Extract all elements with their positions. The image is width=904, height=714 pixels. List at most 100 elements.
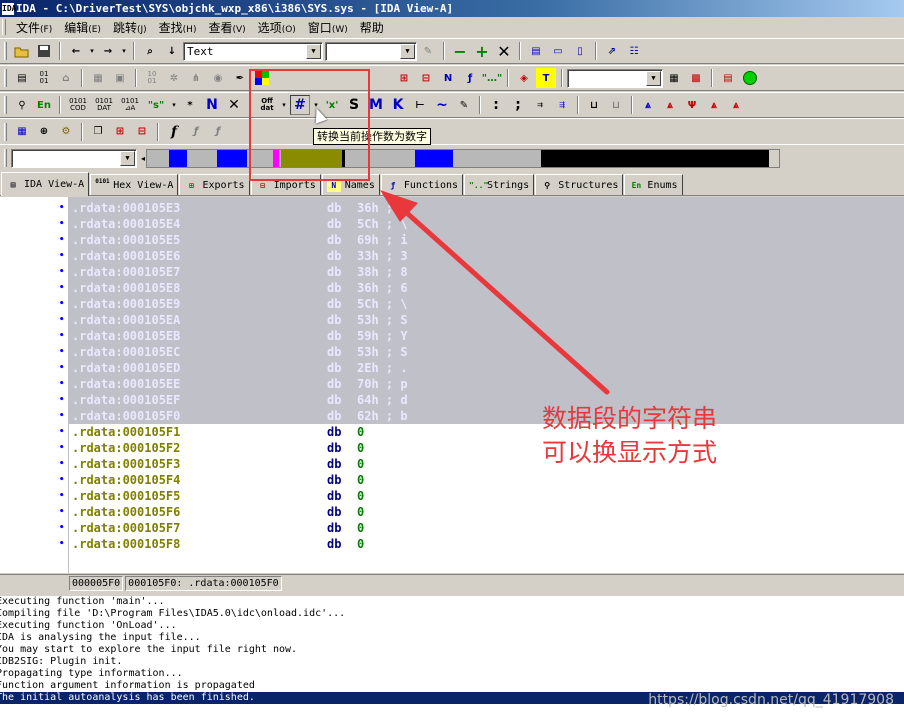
disasm-operand[interactable]: 0 (357, 472, 364, 488)
notepad-icon[interactable]: ▤ (718, 68, 738, 88)
disasm-line[interactable]: • .rdata:000105F7 db 0 (0, 520, 904, 536)
disasm-operand[interactable]: 0 (357, 424, 364, 440)
imports-list-icon[interactable]: ⊟ (416, 68, 436, 88)
struct-red2-icon[interactable]: ⊟ (132, 122, 152, 142)
disasm-operand[interactable]: 53h ; S (357, 312, 408, 328)
enum-button[interactable]: En (34, 95, 54, 115)
disasm-operand[interactable]: 69h ; i (357, 232, 408, 248)
disasm-operand[interactable]: 0 (357, 536, 364, 552)
toolbar-grip[interactable] (4, 42, 7, 60)
disasm-line[interactable]: • .rdata:000105E3 db 36h ; 6 (0, 200, 904, 216)
window-list-icon[interactable]: ☷ (624, 41, 644, 61)
comment-colon-button[interactable]: : (486, 95, 506, 115)
disasm-operand[interactable]: 2Eh ; . (357, 360, 408, 376)
wrench-icon[interactable]: ✒ (230, 68, 250, 88)
disasm-operand[interactable]: 59h ; Y (357, 328, 408, 344)
graph-tree-2-icon[interactable]: ⩓ (660, 95, 680, 115)
toolbar-grip[interactable] (4, 149, 7, 167)
menu-file[interactable]: 文件(F) (10, 19, 58, 36)
patch-icon[interactable]: ◉ (208, 68, 228, 88)
disasm-operand[interactable]: 62h ; b (357, 408, 408, 424)
make-array-button[interactable]: 0101 ⊿A (118, 95, 142, 115)
jump-down-icon[interactable]: ↓ (162, 41, 182, 61)
disasm-line[interactable]: • .rdata:000105EA db 53h ; S (0, 312, 904, 328)
disasm-line[interactable]: • .rdata:000105EF db 64h ; d (0, 392, 904, 408)
menu-help[interactable]: 帮助 (354, 19, 390, 36)
ida-app-icon[interactable]: IDA (2, 3, 16, 15)
functions-icon[interactable]: ƒ (460, 68, 480, 88)
names-icon[interactable]: N (438, 68, 458, 88)
disasm-operand[interactable]: 64h ; d (357, 392, 408, 408)
tab-exports[interactable]: ⊞ Exports (179, 174, 250, 195)
disasm-operand[interactable]: 0 (357, 456, 364, 472)
repeatable-comment-button[interactable]: ; (508, 95, 528, 115)
disasm-operand[interactable]: 70h ; p (357, 376, 408, 392)
disasm-line[interactable]: • .rdata:000105F2 db 0 (0, 440, 904, 456)
disasm-line[interactable]: • .rdata:000105F5 db 0 (0, 488, 904, 504)
graph-tree-5-icon[interactable]: ⩓ (726, 95, 746, 115)
make-data-button[interactable]: 0101 DAT (92, 95, 116, 115)
menu-search[interactable]: 查找(H) (153, 19, 203, 36)
delete-grid-icon[interactable]: ▩ (686, 68, 706, 88)
bitwise-not-button[interactable]: ~ (432, 95, 452, 115)
window-tile-horizontal-icon[interactable]: ▭ (548, 41, 568, 61)
function-start-icon[interactable]: ⊔ (584, 95, 604, 115)
calculator-small-icon[interactable]: ▦ (12, 122, 32, 142)
text-display-combo[interactable]: Text ▼ (183, 41, 323, 61)
disasm-line[interactable]: • .rdata:000105F3 db 0 (0, 456, 904, 472)
struct-red-icon[interactable]: ⊞ (110, 122, 130, 142)
negate-icon[interactable]: ⊢ (410, 95, 430, 115)
menu-jump[interactable]: 跳转(J) (107, 19, 153, 36)
graph-tree-3-icon[interactable]: Ψ (682, 95, 702, 115)
disasm-operand[interactable]: 5Ch ; \ (357, 296, 408, 312)
disasm-line[interactable]: • .rdata:000105F1 db 0 (0, 424, 904, 440)
disasm-line[interactable]: • .rdata:000105F0 db 62h ; b (0, 408, 904, 424)
disasm-line[interactable]: • .rdata:000105E8 db 36h ; 6 (0, 280, 904, 296)
structure-figure-icon[interactable]: ⚲ (12, 95, 32, 115)
tab-hex-view[interactable]: 0101 Hex View-A (90, 174, 179, 195)
menu-windows[interactable]: 窗口(W) (302, 19, 354, 36)
disasm-operand[interactable]: 38h ; 8 (357, 264, 408, 280)
chevron-down-icon[interactable]: ▼ (120, 150, 135, 166)
text-view-icon[interactable]: ▤ (12, 68, 32, 88)
open-file-icon[interactable] (12, 41, 32, 61)
make-array-star-button[interactable]: * (180, 95, 200, 115)
gear-icon[interactable]: ⚙ (56, 122, 76, 142)
tab-functions[interactable]: ƒ Functions (380, 174, 464, 195)
disasm-operand[interactable]: 0 (357, 520, 364, 536)
mark-position-icon[interactable]: ⊕ (34, 122, 54, 142)
disasm-operand[interactable]: 5Ch ; \ (357, 216, 408, 232)
type-icon[interactable]: T (536, 68, 556, 88)
manual-operand-icon[interactable]: ✎ (454, 95, 474, 115)
hex-view-icon[interactable]: 01 01 (34, 68, 54, 88)
exports-list-icon[interactable]: ⊞ (394, 68, 414, 88)
disasm-line[interactable]: • .rdata:000105E4 db 5Ch ; \ (0, 216, 904, 232)
cross-ref-icon[interactable]: ✲ (164, 68, 184, 88)
unhide-icon[interactable]: ⇶ (552, 95, 572, 115)
toolbar-grip[interactable] (4, 96, 7, 114)
disassembly-view[interactable]: • .rdata:000105E3 db 36h ; 6 • .rdata:000105E… (0, 197, 904, 573)
tab-strings[interactable]: ".." Strings (464, 174, 535, 195)
window-cascade-icon[interactable]: ▤ (526, 41, 546, 61)
struct-icon[interactable]: ⋔ (186, 68, 206, 88)
navigation-band[interactable] (146, 149, 780, 168)
disasm-operand[interactable]: 0 (357, 488, 364, 504)
back-arrow-icon[interactable]: ← (66, 41, 86, 61)
disasm-line[interactable]: • .rdata:000105EB db 59h ; Y (0, 328, 904, 344)
menu-edit[interactable]: 编辑(E) (58, 19, 107, 36)
close-x-icon[interactable]: ✕ (494, 41, 514, 61)
tab-enums[interactable]: En Enums (624, 174, 683, 195)
dropdown-icon[interactable]: ▾ (170, 95, 178, 115)
stack-var-button[interactable]: K (388, 95, 408, 115)
disasm-line[interactable]: • .rdata:000105E5 db 69h ; i (0, 232, 904, 248)
toolbar-grip[interactable] (4, 122, 7, 141)
segments-icon[interactable]: ◈ (514, 68, 534, 88)
disasm-operand[interactable]: 53h ; S (357, 344, 408, 360)
pictures-icon[interactable]: ▣ (110, 68, 130, 88)
chevron-down-icon[interactable]: ▼ (646, 70, 661, 86)
function-end-icon[interactable]: ⊔ (606, 95, 626, 115)
status-light-icon[interactable] (740, 68, 760, 88)
disasm-line[interactable]: • .rdata:000105ED db 2Eh ; . (0, 360, 904, 376)
toolbar-combo-2[interactable]: ▼ (567, 68, 663, 88)
make-string-button[interactable]: "s" (144, 95, 168, 115)
